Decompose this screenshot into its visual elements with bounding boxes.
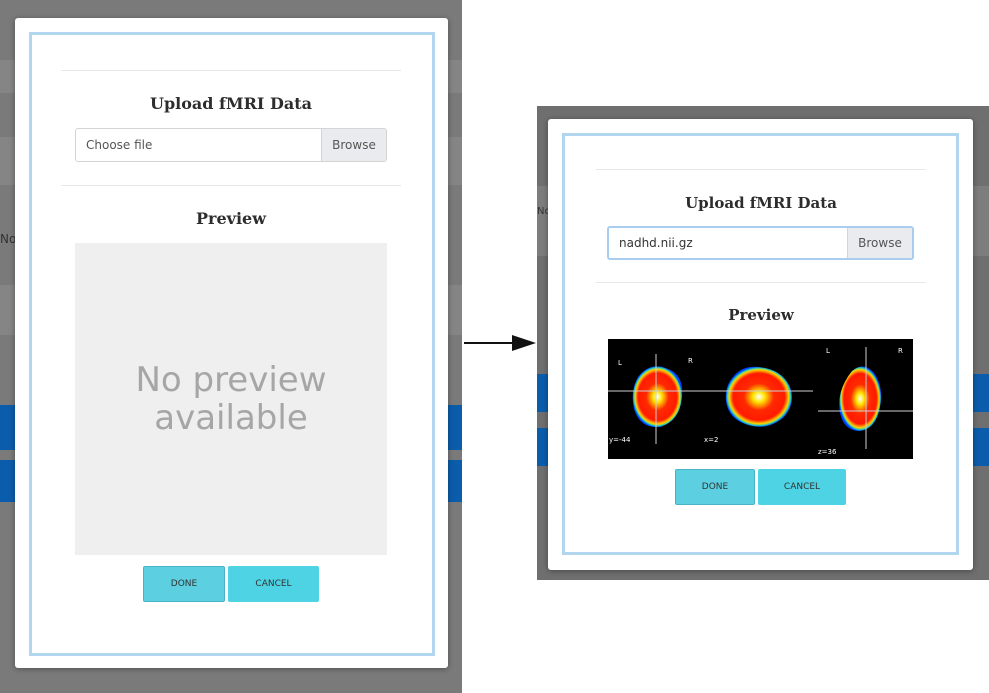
preview-placeholder: No preview available: [75, 243, 387, 555]
file-input-group[interactable]: Choose file Browse: [75, 128, 387, 162]
modal-title: Upload fMRI Data: [685, 194, 837, 212]
browse-button[interactable]: Browse: [847, 228, 912, 258]
done-button[interactable]: DONE: [675, 469, 755, 505]
coord-label: z=36: [818, 448, 837, 456]
modal-title: Upload fMRI Data: [150, 94, 312, 113]
transition-arrow-line: [464, 342, 514, 344]
divider: [596, 282, 926, 283]
brain-slice-axial: L R z=36: [818, 347, 913, 456]
label-right: R: [688, 357, 693, 365]
preview-heading: Preview: [728, 306, 794, 324]
coord-label: x=2: [704, 436, 718, 444]
label-right: R: [898, 347, 903, 355]
no-preview-text: No preview available: [135, 360, 327, 438]
file-input[interactable]: nadhd.nii.gz: [609, 228, 847, 258]
left-app-background: No Upload fMRI Data Choose file Browse P…: [0, 0, 462, 693]
label-left: L: [618, 359, 622, 367]
cancel-button[interactable]: CANCEL: [758, 469, 846, 505]
upload-modal: Upload fMRI Data nadhd.nii.gz Browse Pre…: [548, 119, 973, 570]
preview-heading: Preview: [196, 209, 266, 228]
done-button[interactable]: DONE: [143, 566, 225, 602]
coord-label: y=-44: [609, 436, 631, 444]
divider: [61, 185, 401, 186]
brain-slice-coronal: L R y=-44: [608, 354, 718, 444]
divider: [596, 169, 926, 170]
file-input-group[interactable]: nadhd.nii.gz Browse: [607, 226, 914, 260]
brain-slice-sagittal: x=2: [704, 366, 813, 444]
cancel-button[interactable]: CANCEL: [228, 566, 319, 602]
brain-preview-image: L R y=-44 x=2 L R z=36: [608, 339, 913, 459]
brain-slices-graphic: L R y=-44 x=2 L R z=36: [608, 347, 913, 456]
right-app-background: No Upload fMRI Data nadhd.nii.gz Browse …: [537, 106, 989, 580]
background-text: No: [0, 232, 17, 246]
label-left: L: [826, 347, 830, 355]
file-input[interactable]: Choose file: [76, 129, 321, 161]
divider: [61, 70, 401, 71]
arrow-right-icon: [512, 335, 536, 351]
browse-button[interactable]: Browse: [321, 129, 386, 161]
upload-modal: Upload fMRI Data Choose file Browse Prev…: [15, 18, 448, 668]
